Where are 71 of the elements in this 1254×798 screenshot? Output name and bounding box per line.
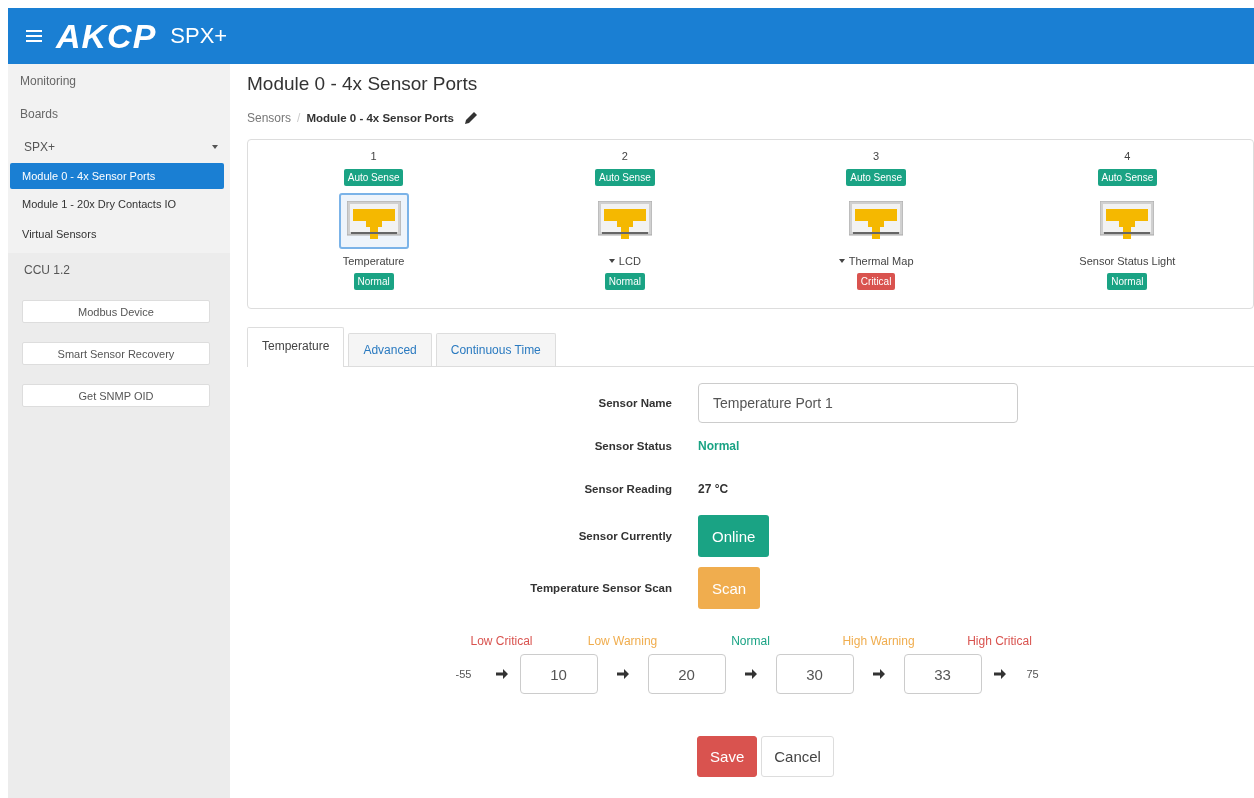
tab[interactable]: Advanced <box>348 333 432 366</box>
caret-icon <box>212 144 218 149</box>
sidebar-button[interactable]: Smart Sensor Recovery <box>22 342 210 365</box>
threshold-field[interactable]: 30 <box>775 654 854 694</box>
threshold-label: Normal <box>731 634 770 648</box>
reading-value: 27 °C <box>698 481 729 496</box>
port-number: 3 <box>873 150 880 164</box>
port-icon <box>597 201 652 241</box>
field-label: Sensor Reading <box>584 482 672 495</box>
status-badge: Critical <box>856 273 896 290</box>
sensor-name-field[interactable]: Temperature Port 1 <box>698 382 1018 423</box>
sidebar-item[interactable]: CCU 1.2 <box>8 253 230 286</box>
threshold-field[interactable]: 20 <box>647 654 726 694</box>
caret-icon <box>838 259 845 263</box>
caret-icon <box>608 259 615 263</box>
threshold-label: Low Critical <box>470 634 533 648</box>
threshold-label: High Critical <box>967 634 1032 648</box>
status-badge: Normal <box>1107 273 1148 290</box>
port-tile[interactable] <box>338 193 409 249</box>
sidebar-item[interactable]: Virtual Sensors <box>8 219 230 249</box>
port-icon <box>849 201 904 241</box>
field-label: Sensor Currently <box>578 530 672 542</box>
sidebar-item[interactable]: Module 1 - 20x Dry Contacts IO <box>8 189 230 219</box>
tab[interactable]: Temperature <box>247 327 345 367</box>
sidebar-item[interactable]: Module 0 - 4x Sensor Ports <box>10 163 224 189</box>
sidebar-button[interactable]: Modbus Device <box>22 300 210 323</box>
sensor-name[interactable]: Sensor Status Light <box>1079 255 1176 267</box>
threshold-label: Low Warning <box>587 634 658 648</box>
sidebar-item[interactable]: Boards <box>8 97 230 130</box>
mode-badge: Auto Sense <box>1097 169 1158 186</box>
pencil-icon[interactable] <box>464 111 478 125</box>
port-number: 2 <box>621 150 628 164</box>
field-label: Sensor Status <box>594 439 672 452</box>
threshold-field[interactable]: 33 <box>903 654 982 694</box>
mode-badge: Auto Sense <box>595 169 655 186</box>
arrow-icon <box>615 667 630 681</box>
breadcrumb-current: Module 0 - 4x Sensor Ports <box>306 112 454 124</box>
threshold-field[interactable]: 10 <box>519 654 598 694</box>
port-icon <box>1100 201 1155 241</box>
mode-badge: Auto Sense <box>343 169 404 186</box>
product-name: SPX+ <box>170 23 228 49</box>
port-number: 4 <box>1124 150 1131 164</box>
sidebar-item[interactable]: SPX+ <box>8 130 230 163</box>
breadcrumb-link[interactable]: Sensors <box>247 111 292 125</box>
port-number: 1 <box>370 150 377 164</box>
min-value: -55 <box>455 668 472 680</box>
arrow-icon <box>871 667 886 681</box>
mode-badge: Auto Sense <box>846 169 906 186</box>
sensor-name[interactable]: Thermal Map <box>838 255 914 267</box>
page-title: Module 0 - 4x Sensor Ports <box>247 73 479 95</box>
tab[interactable]: Continuous Time <box>435 333 556 366</box>
arrow-icon <box>494 667 509 681</box>
sidebar-item[interactable]: Monitoring <box>8 64 230 97</box>
menu-icon[interactable] <box>26 30 42 42</box>
threshold-label: High Warning <box>842 634 915 648</box>
arrow-icon <box>743 667 758 681</box>
breadcrumb-separator: / <box>297 111 301 125</box>
max-value: 75 <box>1026 668 1039 680</box>
field-label: Temperature Sensor Scan <box>530 582 672 594</box>
status-badge: Normal <box>604 273 645 290</box>
sensor-name[interactable]: Temperature <box>342 255 405 267</box>
port-icon <box>346 201 401 241</box>
form-button[interactable]: Cancel <box>761 736 834 777</box>
field-label: Sensor Name <box>598 396 672 409</box>
sensor-name[interactable]: LCD <box>608 255 641 267</box>
arrow-icon <box>992 667 1007 681</box>
status-badge: Normal <box>353 273 394 290</box>
form-button[interactable]: Save <box>697 736 758 777</box>
logo: AKCP <box>56 16 157 56</box>
sidebar-button[interactable]: Get SNMP OID <box>22 384 210 407</box>
status-value: Normal <box>698 438 740 453</box>
